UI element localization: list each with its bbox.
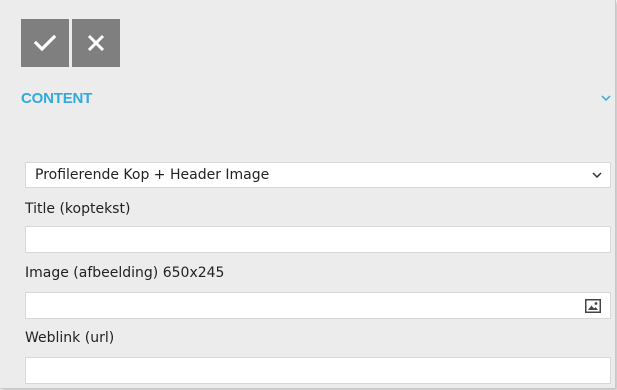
image-input[interactable]: [25, 292, 611, 319]
section-title[interactable]: CONTENT: [21, 90, 92, 107]
weblink-label: Weblink (url): [25, 330, 115, 346]
confirm-button[interactable]: [21, 19, 69, 67]
title-input[interactable]: [25, 226, 611, 253]
chevron-down-icon: [592, 172, 602, 178]
chevron-down-icon[interactable]: [601, 94, 611, 102]
cancel-button[interactable]: [72, 19, 120, 67]
template-select-value: Profilerende Kop + Header Image: [35, 167, 270, 183]
weblink-input[interactable]: [25, 357, 611, 384]
image-icon[interactable]: [585, 299, 601, 313]
content-editor-panel: CONTENT Profilerende Kop + Header Image …: [0, 0, 616, 389]
template-select[interactable]: Profilerende Kop + Header Image: [25, 162, 611, 188]
title-label: Title (koptekst): [25, 201, 131, 217]
check-icon: [34, 34, 56, 52]
close-icon: [87, 34, 105, 52]
image-label: Image (afbeelding) 650x245: [25, 265, 225, 281]
